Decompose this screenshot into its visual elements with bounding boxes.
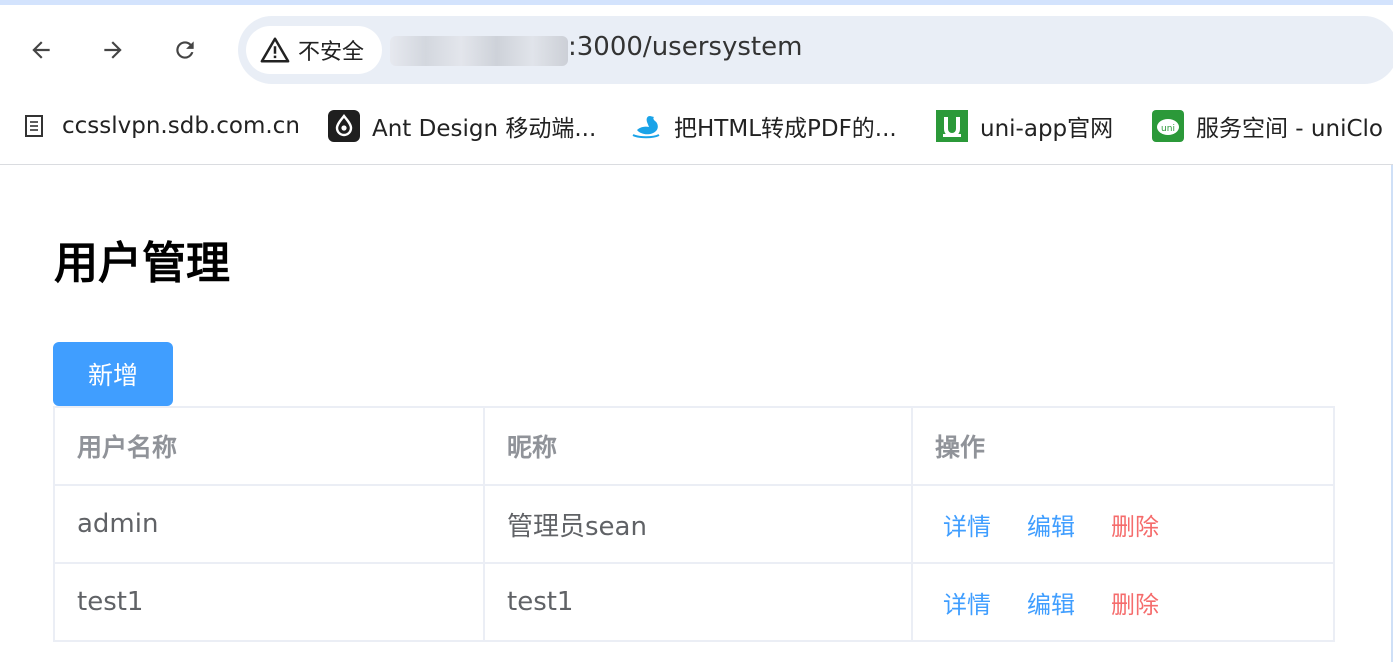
bookmark-item[interactable]: 把HTML转成PDF的...: [630, 108, 897, 144]
bookmark-item[interactable]: ccsslvpn.sdb.com.cn: [18, 108, 300, 144]
cell-username: admin: [53, 484, 485, 564]
arrow-right-icon: [104, 41, 122, 59]
add-button[interactable]: 新增: [53, 342, 173, 406]
document-icon: [18, 110, 50, 142]
cell-nickname: 管理员sean: [483, 484, 913, 564]
cell-actions: 详情 编辑 删除: [911, 484, 1335, 564]
arrow-left-icon: [32, 41, 50, 59]
page-viewport: 用户管理 新增 用户名称 昵称 操作 admin 管理员sean 详情 编辑 删除 …: [0, 165, 1393, 662]
delete-link[interactable]: 删除: [1111, 591, 1159, 619]
cell-username: test1: [53, 562, 485, 642]
security-indicator[interactable]: 不安全: [246, 26, 382, 74]
url-text[interactable]: :3000/usersystem: [568, 32, 802, 62]
unicloud-icon: uni: [1152, 110, 1184, 142]
detail-link[interactable]: 详情: [943, 591, 991, 619]
forward-button[interactable]: [91, 28, 135, 72]
bookmark-label: 把HTML转成PDF的...: [674, 116, 897, 142]
bookmark-label: ccsslvpn.sdb.com.cn: [62, 113, 300, 139]
back-button[interactable]: [19, 28, 63, 72]
bookmark-label: Ant Design 移动端...: [372, 116, 597, 142]
bookmark-item[interactable]: uni-app官网: [936, 108, 1113, 144]
detail-link[interactable]: 详情: [943, 513, 991, 541]
cell-actions: 详情 编辑 删除: [911, 562, 1335, 642]
reload-icon: [176, 41, 194, 59]
redacted-host: [390, 36, 568, 66]
tab-strip-edge: [0, 0, 1393, 5]
page-title: 用户管理: [54, 238, 230, 289]
users-table: 用户名称 昵称 操作 admin 管理员sean 详情 编辑 删除 test1 te…: [53, 406, 1335, 642]
delete-link[interactable]: 删除: [1111, 513, 1159, 541]
address-bar[interactable]: 不安全 :3000/usersystem: [238, 16, 1393, 84]
browser-toolbar: 不安全 :3000/usersystem: [0, 0, 1393, 100]
column-header-username: 用户名称: [53, 406, 485, 486]
edit-link[interactable]: 编辑: [1027, 591, 1075, 619]
edit-link[interactable]: 编辑: [1027, 513, 1075, 541]
cell-nickname: test1: [483, 562, 913, 642]
bookmark-label: uni-app官网: [980, 116, 1114, 142]
security-label: 不安全: [298, 40, 365, 65]
ant-design-icon: [328, 110, 360, 142]
table-row: admin 管理员sean 详情 编辑 删除: [53, 484, 1335, 564]
table-row: test1 test1 详情 编辑 删除: [53, 562, 1335, 642]
table-header-row: 用户名称 昵称 操作: [53, 406, 1335, 486]
column-header-actions: 操作: [911, 406, 1335, 486]
swan-icon: [630, 110, 662, 142]
bookmarks-bar: ccsslvpn.sdb.com.cn Ant Design 移动端... 把H…: [0, 100, 1393, 165]
bookmark-label: 服务空间 - uniClo: [1196, 116, 1383, 142]
column-header-nickname: 昵称: [483, 406, 913, 486]
bookmark-item[interactable]: Ant Design 移动端...: [328, 108, 596, 144]
warning-icon: [260, 37, 290, 63]
bookmark-item[interactable]: uni 服务空间 - uniClo: [1152, 108, 1383, 144]
uni-app-icon: [936, 110, 968, 142]
reload-button[interactable]: [163, 28, 207, 72]
svg-text:uni: uni: [1161, 124, 1175, 134]
